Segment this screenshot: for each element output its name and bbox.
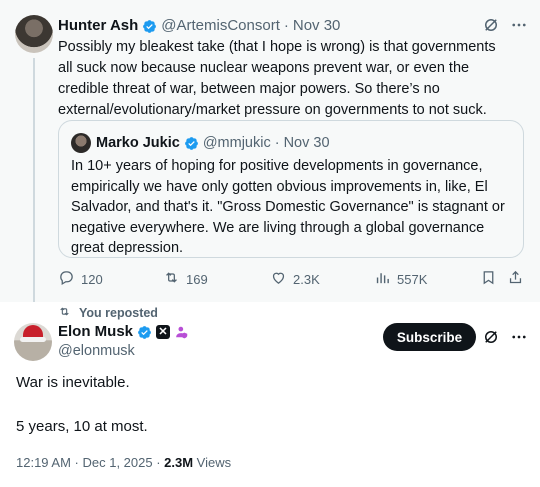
share-button[interactable]: [507, 268, 524, 290]
tweet-metadata: 12:19 AM · Dec 1, 2025 · 2.3M Views: [16, 454, 231, 472]
santa-hat-trim: [20, 337, 46, 342]
separator-dot: ·: [283, 17, 289, 34]
main-tweet-icons: [482, 328, 528, 346]
like-count: 2.3K: [293, 271, 320, 287]
verified-icon: [142, 19, 157, 34]
verified-icon: [184, 136, 199, 151]
quote-date: Nov 30: [283, 135, 330, 151]
repost-icon: [163, 269, 180, 289]
avatar-elon-musk[interactable]: [14, 323, 52, 361]
retweeted-tweet-header: Hunter Ash @ArtemisConsort · Nov 30: [58, 16, 340, 36]
retweeted-tweet-icons: [482, 16, 528, 34]
tweet-timestamp[interactable]: 12:19 AM · Dec 1, 2025 ·: [16, 455, 164, 470]
author-handle[interactable]: @elonmusk: [58, 341, 135, 361]
reposted-indicator: You reposted: [58, 305, 158, 321]
views-count: 557K: [397, 271, 428, 287]
reply-count: 120: [81, 271, 103, 287]
repost-count: 169: [186, 271, 208, 287]
repost-button[interactable]: 169: [163, 268, 208, 290]
like-button[interactable]: 2.3K: [270, 268, 320, 290]
main-tweet-header: Elon Musk ✕: [58, 322, 189, 342]
views-button[interactable]: 557K: [374, 268, 427, 290]
more-icon[interactable]: [510, 328, 528, 346]
quote-tweet[interactable]: Marko Jukic @mmjukic · Nov 30 In 10+ yea…: [58, 120, 524, 258]
quote-header: Marko Jukic @mmjukic · Nov 30: [96, 133, 330, 153]
subscribe-button[interactable]: Subscribe: [383, 323, 476, 351]
bookmark-button[interactable]: [480, 268, 497, 290]
share-icon: [507, 269, 524, 289]
grok-icon[interactable]: [482, 328, 500, 346]
quote-text: In 10+ years of hoping for positive deve…: [71, 158, 505, 256]
quote-author-name: Marko Jukic: [96, 135, 180, 151]
quote-author-handle: @mmjukic: [202, 135, 271, 151]
retweeted-tweet-text: Possibly my bleakest take (that I hope i…: [58, 39, 496, 118]
reply-icon: [58, 269, 75, 289]
main-tweet-text-line1: War is inevitable.: [16, 374, 130, 391]
separator-dot: ·: [274, 135, 280, 151]
tweet-date[interactable]: Nov 30: [293, 16, 341, 36]
views-count: 2.3M: [164, 455, 194, 470]
verified-icon: [137, 325, 152, 340]
reply-button[interactable]: 120: [58, 268, 103, 290]
grok-icon[interactable]: [482, 16, 500, 34]
repost-icon: [58, 305, 71, 321]
author-handle[interactable]: @ArtemisConsort: [161, 16, 280, 36]
bookmark-icon: [480, 269, 497, 289]
x-affiliate-icon[interactable]: ✕: [156, 325, 171, 339]
reposted-label: You reposted: [79, 306, 158, 320]
thread-line: [33, 58, 35, 302]
tweet-action-bar: 120 169 2.3K 557K: [58, 268, 524, 290]
main-tweet-text-line2: 5 years, 10 at most.: [16, 418, 148, 435]
avatar-marko-jukic: [71, 133, 91, 153]
author-name[interactable]: Elon Musk: [58, 322, 133, 342]
like-icon: [270, 269, 287, 289]
views-label: Views: [193, 455, 232, 470]
avatar-hunter-ash[interactable]: [15, 15, 53, 53]
person-badge-icon[interactable]: [175, 325, 189, 339]
author-name[interactable]: Hunter Ash: [58, 16, 138, 36]
more-icon[interactable]: [510, 16, 528, 34]
views-icon: [374, 269, 391, 289]
